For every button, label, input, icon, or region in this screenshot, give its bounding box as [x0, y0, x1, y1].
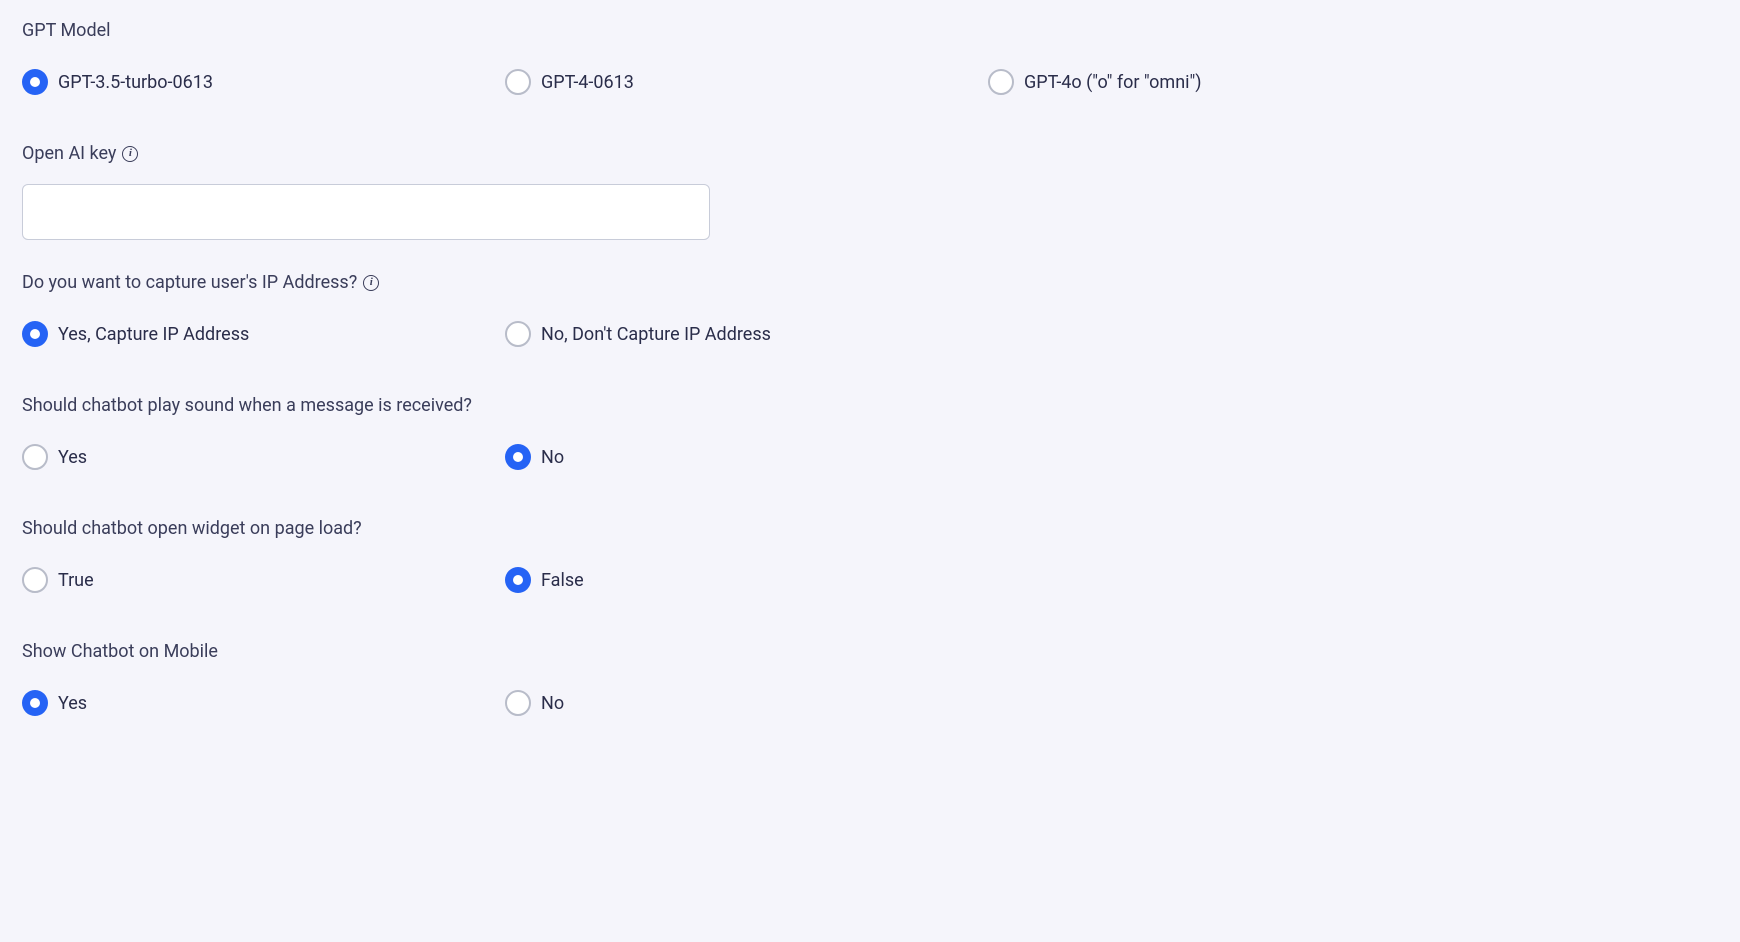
radio-icon — [22, 567, 48, 593]
open-widget-option-0[interactable]: True — [22, 567, 505, 593]
open-widget-options: True False — [22, 567, 1718, 593]
gpt-model-option-2[interactable]: GPT-4o ("o" for "omni") — [988, 69, 1202, 95]
info-icon[interactable]: i — [122, 146, 138, 162]
capture-ip-option-1-label: No, Don't Capture IP Address — [541, 324, 771, 345]
radio-icon — [505, 567, 531, 593]
capture-ip-option-0-label: Yes, Capture IP Address — [58, 324, 249, 345]
show-mobile-label-text: Show Chatbot on Mobile — [22, 641, 218, 662]
gpt-model-label: GPT Model — [22, 20, 1718, 41]
open-widget-option-1[interactable]: False — [505, 567, 584, 593]
capture-ip-option-1[interactable]: No, Don't Capture IP Address — [505, 321, 771, 347]
radio-icon — [988, 69, 1014, 95]
play-sound-field: Should chatbot play sound when a message… — [22, 395, 1718, 470]
openai-key-label-text: Open AI key — [22, 143, 116, 164]
show-mobile-option-1[interactable]: No — [505, 690, 564, 716]
openai-key-label: Open AI key i — [22, 143, 1718, 164]
gpt-model-option-1[interactable]: GPT-4-0613 — [505, 69, 988, 95]
gpt-model-option-2-label: GPT-4o ("o" for "omni") — [1024, 72, 1202, 93]
play-sound-option-1[interactable]: No — [505, 444, 564, 470]
show-mobile-option-1-label: No — [541, 693, 564, 714]
play-sound-option-0-label: Yes — [58, 447, 87, 468]
radio-icon — [22, 444, 48, 470]
gpt-model-option-0-label: GPT-3.5-turbo-0613 — [58, 72, 213, 93]
show-mobile-option-0-label: Yes — [58, 693, 87, 714]
open-widget-label-text: Should chatbot open widget on page load? — [22, 518, 362, 539]
open-widget-label: Should chatbot open widget on page load? — [22, 518, 1718, 539]
radio-icon — [22, 69, 48, 95]
open-widget-option-1-label: False — [541, 570, 584, 591]
play-sound-option-1-label: No — [541, 447, 564, 468]
capture-ip-options: Yes, Capture IP Address No, Don't Captur… — [22, 321, 1718, 347]
radio-icon — [22, 690, 48, 716]
capture-ip-label: Do you want to capture user's IP Address… — [22, 272, 1718, 293]
gpt-model-label-text: GPT Model — [22, 20, 111, 41]
play-sound-label-text: Should chatbot play sound when a message… — [22, 395, 472, 416]
show-mobile-options: Yes No — [22, 690, 1718, 716]
open-widget-field: Should chatbot open widget on page load?… — [22, 518, 1718, 593]
gpt-model-option-0[interactable]: GPT-3.5-turbo-0613 — [22, 69, 505, 95]
gpt-model-field: GPT Model GPT-3.5-turbo-0613 GPT-4-0613 … — [22, 20, 1718, 95]
open-widget-option-0-label: True — [58, 570, 94, 591]
capture-ip-option-0[interactable]: Yes, Capture IP Address — [22, 321, 505, 347]
radio-icon — [505, 69, 531, 95]
openai-key-input[interactable] — [22, 184, 710, 240]
show-mobile-option-0[interactable]: Yes — [22, 690, 505, 716]
openai-key-field: Open AI key i — [22, 143, 1718, 240]
play-sound-label: Should chatbot play sound when a message… — [22, 395, 1718, 416]
show-mobile-label: Show Chatbot on Mobile — [22, 641, 1718, 662]
capture-ip-field: Do you want to capture user's IP Address… — [22, 272, 1718, 347]
capture-ip-label-text: Do you want to capture user's IP Address… — [22, 272, 357, 293]
radio-icon — [505, 690, 531, 716]
play-sound-option-0[interactable]: Yes — [22, 444, 505, 470]
radio-icon — [505, 321, 531, 347]
gpt-model-option-1-label: GPT-4-0613 — [541, 72, 634, 93]
gpt-model-options: GPT-3.5-turbo-0613 GPT-4-0613 GPT-4o ("o… — [22, 69, 1718, 95]
radio-icon — [505, 444, 531, 470]
info-icon[interactable]: i — [363, 275, 379, 291]
radio-icon — [22, 321, 48, 347]
play-sound-options: Yes No — [22, 444, 1718, 470]
show-mobile-field: Show Chatbot on Mobile Yes No — [22, 641, 1718, 716]
